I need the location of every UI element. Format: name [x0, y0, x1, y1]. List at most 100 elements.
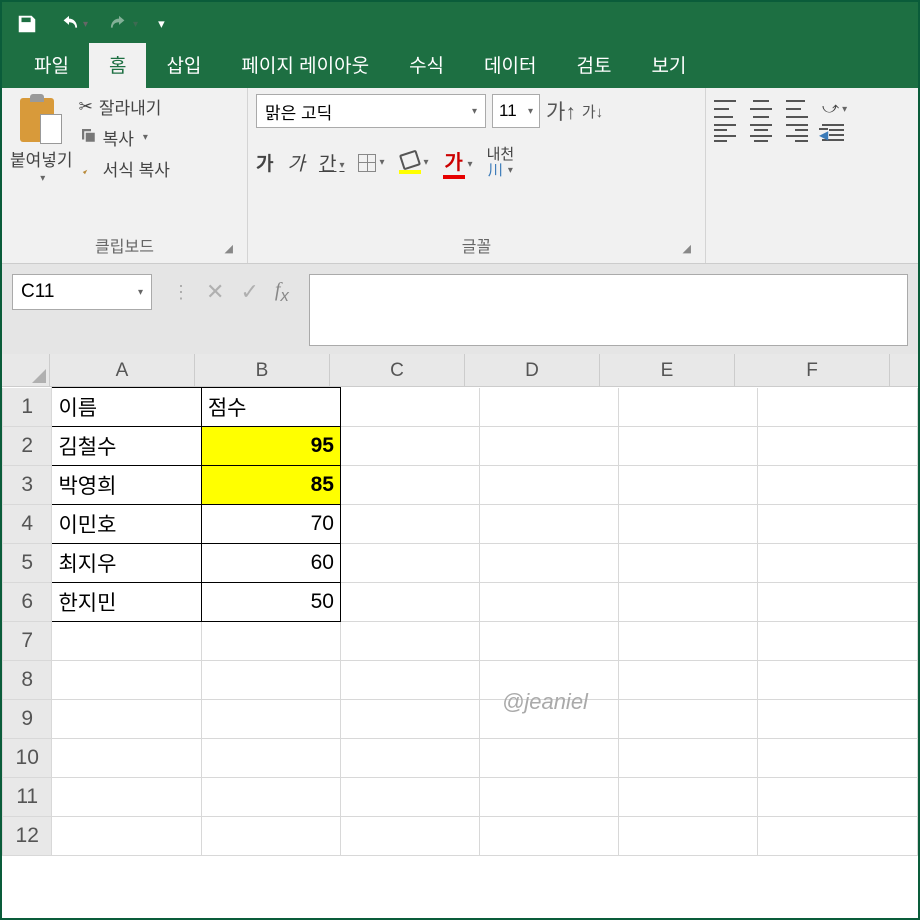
- cell-A6[interactable]: 한지민: [52, 583, 201, 622]
- select-all-corner[interactable]: [2, 354, 50, 386]
- cell-F3[interactable]: [758, 466, 918, 505]
- name-box[interactable]: C11▾: [12, 274, 152, 310]
- cell-E4[interactable]: [619, 505, 758, 544]
- tab-data[interactable]: 데이터: [464, 43, 556, 88]
- col-header-E[interactable]: E: [600, 354, 735, 386]
- cell-A12[interactable]: [52, 817, 201, 856]
- cell-D2[interactable]: [480, 427, 619, 466]
- bold-button[interactable]: 가: [256, 149, 273, 176]
- cell-F7[interactable]: [758, 622, 918, 661]
- cell-C7[interactable]: [340, 622, 479, 661]
- orientation-button[interactable]: ⤻▾: [822, 100, 847, 118]
- cell-C11[interactable]: [340, 778, 479, 817]
- cell-F10[interactable]: [758, 739, 918, 778]
- formula-bar[interactable]: [309, 274, 908, 346]
- cell-B8[interactable]: [201, 661, 340, 700]
- cell-E8[interactable]: [619, 661, 758, 700]
- fill-color-button[interactable]: ▾: [399, 152, 429, 174]
- align-left-button[interactable]: [714, 124, 736, 142]
- cell-C12[interactable]: [340, 817, 479, 856]
- cell-E5[interactable]: [619, 544, 758, 583]
- cell-A7[interactable]: [52, 622, 201, 661]
- cell-C8[interactable]: [340, 661, 479, 700]
- tab-file[interactable]: 파일: [14, 43, 89, 88]
- cell-C6[interactable]: [340, 583, 479, 622]
- row-header-7[interactable]: 7: [3, 622, 52, 661]
- col-header-C[interactable]: C: [330, 354, 465, 386]
- cell-E1[interactable]: [619, 388, 758, 427]
- tab-layout[interactable]: 페이지 레이아웃: [221, 43, 389, 88]
- cell-F1[interactable]: [758, 388, 918, 427]
- paste-icon[interactable]: [20, 94, 62, 144]
- cell-B10[interactable]: [201, 739, 340, 778]
- cell-F11[interactable]: [758, 778, 918, 817]
- cancel-icon[interactable]: ✕: [206, 279, 224, 305]
- spreadsheet-grid[interactable]: ABCDEF 1이름점수2김철수953박영희854이민호705최지우606한지민…: [2, 354, 918, 856]
- cell-A5[interactable]: 최지우: [52, 544, 201, 583]
- expand-icon[interactable]: ⋮: [172, 282, 190, 303]
- format-painter-button[interactable]: 서식 복사: [79, 156, 170, 181]
- font-name-select[interactable]: 맑은 고딕▾: [256, 94, 486, 128]
- tab-review[interactable]: 검토: [556, 43, 631, 88]
- row-header-3[interactable]: 3: [3, 466, 52, 505]
- cell-E11[interactable]: [619, 778, 758, 817]
- cell-D4[interactable]: [480, 505, 619, 544]
- row-header-1[interactable]: 1: [3, 388, 52, 427]
- cell-D10[interactable]: [480, 739, 619, 778]
- align-center-button[interactable]: [750, 124, 772, 142]
- col-header-F[interactable]: F: [735, 354, 890, 386]
- cell-C3[interactable]: [340, 466, 479, 505]
- cell-D12[interactable]: [480, 817, 619, 856]
- phonetic-button[interactable]: 내천川▾: [487, 147, 515, 179]
- cell-E12[interactable]: [619, 817, 758, 856]
- cell-D1[interactable]: [480, 388, 619, 427]
- row-header-6[interactable]: 6: [3, 583, 52, 622]
- cell-B6[interactable]: 50: [201, 583, 340, 622]
- row-header-4[interactable]: 4: [3, 505, 52, 544]
- cell-A10[interactable]: [52, 739, 201, 778]
- save-icon[interactable]: [16, 13, 38, 35]
- row-header-2[interactable]: 2: [3, 427, 52, 466]
- cell-F4[interactable]: [758, 505, 918, 544]
- cell-C4[interactable]: [340, 505, 479, 544]
- cell-C9[interactable]: [340, 700, 479, 739]
- cell-C2[interactable]: [340, 427, 479, 466]
- tab-formula[interactable]: 수식: [389, 43, 464, 88]
- paste-button[interactable]: 붙여넣기: [10, 146, 73, 171]
- cell-D5[interactable]: [480, 544, 619, 583]
- cell-F5[interactable]: [758, 544, 918, 583]
- row-header-10[interactable]: 10: [3, 739, 52, 778]
- cell-C1[interactable]: [340, 388, 479, 427]
- align-bottom-button[interactable]: [786, 100, 808, 118]
- cell-B9[interactable]: [201, 700, 340, 739]
- cell-A1[interactable]: 이름: [52, 388, 201, 427]
- cell-B3[interactable]: 85: [201, 466, 340, 505]
- cell-D9[interactable]: [480, 700, 619, 739]
- cell-E3[interactable]: [619, 466, 758, 505]
- cell-C5[interactable]: [340, 544, 479, 583]
- tab-view[interactable]: 보기: [631, 43, 706, 88]
- cell-F8[interactable]: [758, 661, 918, 700]
- cell-A9[interactable]: [52, 700, 201, 739]
- redo-icon[interactable]: ▾: [108, 15, 138, 33]
- cell-A2[interactable]: 김철수: [52, 427, 201, 466]
- row-header-9[interactable]: 9: [3, 700, 52, 739]
- cell-C10[interactable]: [340, 739, 479, 778]
- tab-insert[interactable]: 삽입: [146, 43, 221, 88]
- cell-D3[interactable]: [480, 466, 619, 505]
- row-header-5[interactable]: 5: [3, 544, 52, 583]
- cell-E6[interactable]: [619, 583, 758, 622]
- copy-button[interactable]: 복사▾: [79, 125, 170, 150]
- italic-button[interactable]: 가: [287, 149, 304, 176]
- cell-A11[interactable]: [52, 778, 201, 817]
- underline-button[interactable]: 간▾: [319, 149, 345, 176]
- cell-D6[interactable]: [480, 583, 619, 622]
- cell-A4[interactable]: 이민호: [52, 505, 201, 544]
- align-top-button[interactable]: [714, 100, 736, 118]
- cell-D11[interactable]: [480, 778, 619, 817]
- cell-B5[interactable]: 60: [201, 544, 340, 583]
- dialog-launcher-icon[interactable]: ◢: [225, 242, 233, 255]
- enter-icon[interactable]: ✓: [240, 279, 258, 305]
- paste-dropdown[interactable]: ▾: [40, 173, 45, 184]
- cell-B1[interactable]: 점수: [201, 388, 340, 427]
